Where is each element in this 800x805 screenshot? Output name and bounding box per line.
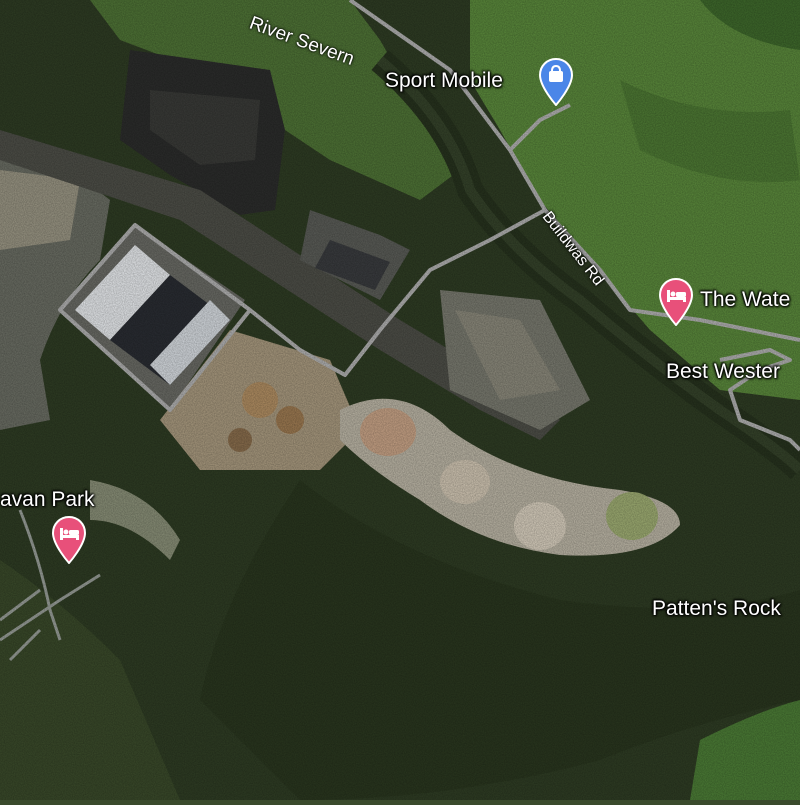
poi-label-the-water[interactable]: The Wate xyxy=(700,288,790,312)
bed-icon xyxy=(658,277,694,327)
bed-icon xyxy=(51,515,87,565)
poi-label-sport-mobile[interactable]: Sport Mobile xyxy=(385,69,503,93)
hotel-pin-the-water[interactable] xyxy=(658,277,694,331)
satellite-map[interactable]: River Severn Buildwas Rd Sport Mobile Th… xyxy=(0,0,800,800)
satellite-imagery xyxy=(0,0,800,800)
poi-label-best-western[interactable]: Best Wester xyxy=(666,360,780,384)
poi-label-caravan-park[interactable]: avan Park xyxy=(0,488,95,512)
hotel-pin-caravan-park[interactable] xyxy=(51,515,87,569)
shopping-bag-pin[interactable] xyxy=(538,57,574,111)
place-label-pattens-rock: Patten's Rock xyxy=(652,597,781,620)
shopping-bag-icon xyxy=(538,57,574,107)
